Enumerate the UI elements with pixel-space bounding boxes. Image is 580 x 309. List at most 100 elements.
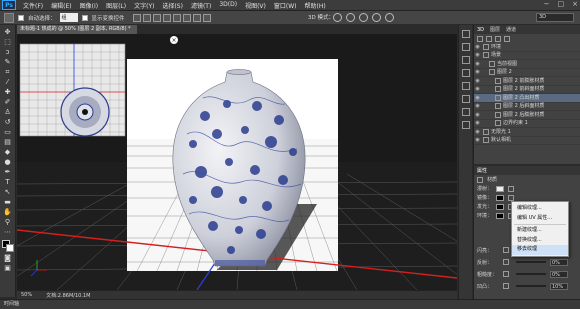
material-filter-icon[interactable]: [495, 35, 501, 42]
value-slider[interactable]: [516, 285, 546, 287]
marquee-tool-icon[interactable]: ⬚: [2, 38, 13, 46]
3d-viewport[interactable]: ×: [17, 34, 457, 290]
eyedropper-tool-icon[interactable]: ⁄: [2, 78, 13, 86]
scene-tree-item[interactable]: ◉ 边界约束 1: [474, 119, 580, 128]
visibility-eye-icon[interactable]: ◉: [474, 119, 481, 128]
tab-properties[interactable]: 属性: [477, 167, 487, 174]
paths-panel-icon[interactable]: [461, 121, 470, 129]
context-menu-item[interactable]: 编辑 UV 属性...: [512, 214, 568, 224]
dodge-tool-icon[interactable]: ●: [2, 158, 13, 166]
texture-folder-icon[interactable]: [503, 283, 509, 289]
background-color-swatch[interactable]: [5, 244, 14, 252]
lasso-tool-icon[interactable]: ↄ: [2, 48, 13, 56]
material-color-swatch[interactable]: [496, 194, 505, 201]
scene-filter-icon[interactable]: [477, 35, 483, 42]
context-menu-item[interactable]: 移去纹理: [512, 245, 568, 255]
visibility-eye-icon[interactable]: ◉: [474, 77, 481, 86]
material-color-swatch[interactable]: [496, 203, 505, 210]
roll-icon[interactable]: [346, 13, 355, 22]
scale-icon[interactable]: [385, 13, 394, 22]
texture-folder-icon[interactable]: [508, 194, 515, 201]
visibility-eye-icon[interactable]: ◉: [474, 68, 481, 77]
path-select-tool-icon[interactable]: ↖: [2, 188, 13, 196]
swatches-panel-icon[interactable]: [461, 56, 470, 64]
scene-tree-item[interactable]: ◉ 默认相机: [474, 137, 580, 145]
visibility-eye-icon[interactable]: ◉: [474, 102, 481, 111]
align-middle-icon[interactable]: [142, 13, 151, 22]
align-center-icon[interactable]: [172, 13, 181, 22]
context-menu-item[interactable]: 新建纹理...: [512, 226, 568, 236]
visibility-eye-icon[interactable]: ◉: [474, 51, 481, 60]
value-slider[interactable]: [516, 273, 546, 275]
texture-folder-icon[interactable]: [503, 271, 509, 277]
visibility-eye-icon[interactable]: ◉: [474, 111, 481, 120]
visibility-eye-icon[interactable]: ◉: [474, 60, 481, 69]
quick-select-tool-icon[interactable]: ✎: [2, 58, 13, 66]
scene-tree-item[interactable]: ◉ 场景: [474, 51, 580, 60]
menu-item[interactable]: 文字(Y): [130, 1, 158, 10]
camera-view-thumbnail[interactable]: [19, 43, 126, 137]
distribute-icon[interactable]: [192, 13, 201, 22]
brush-tool-icon[interactable]: ✐: [2, 98, 13, 106]
context-menu-item[interactable]: 替换纹理...: [512, 236, 568, 246]
value-slider[interactable]: [516, 261, 546, 263]
workspace-dropdown[interactable]: 3D: [536, 13, 574, 22]
auto-select-checkbox[interactable]: [18, 14, 24, 21]
align-right-icon[interactable]: [182, 13, 191, 22]
hand-tool-icon[interactable]: ✋: [2, 208, 13, 216]
document-tab[interactable]: 未标题-1 热成的 @ 50% (图层 2 副本, RGB/8) *: [17, 25, 137, 34]
slide-icon[interactable]: [372, 13, 381, 22]
canvas-area[interactable]: ×: [17, 34, 457, 290]
align-top-icon[interactable]: [132, 13, 141, 22]
crop-tool-icon[interactable]: ⌗: [2, 68, 13, 76]
material-color-swatch[interactable]: [496, 185, 505, 192]
orbit-icon[interactable]: [333, 13, 342, 22]
menu-item[interactable]: 编辑(E): [47, 1, 75, 10]
menu-item[interactable]: 图像(I): [76, 1, 102, 10]
light-filter-icon[interactable]: [504, 35, 510, 42]
close-button[interactable]: ×: [572, 0, 578, 8]
texture-folder-icon[interactable]: [503, 247, 509, 253]
styles-panel-icon[interactable]: [461, 108, 470, 116]
value-field[interactable]: 0%: [550, 258, 568, 266]
material-color-swatch[interactable]: [496, 212, 505, 219]
more-tools-icon[interactable]: ⋯: [2, 228, 13, 236]
color-swatches[interactable]: [1, 240, 14, 252]
mesh-filter-icon[interactable]: [486, 35, 492, 42]
value-field[interactable]: 0%: [550, 270, 568, 278]
history-panel-icon[interactable]: [461, 30, 470, 38]
type-tool-icon[interactable]: T: [2, 178, 13, 186]
scene-tree-item[interactable]: ◉ 环境: [474, 43, 580, 52]
properties-panel-icon[interactable]: [461, 43, 470, 51]
align-left-icon[interactable]: [162, 13, 171, 22]
visibility-eye-icon[interactable]: ◉: [474, 94, 481, 103]
tab-layers[interactable]: 图层: [490, 26, 500, 33]
adjustments-panel-icon[interactable]: [461, 95, 470, 103]
brush-panel-icon[interactable]: [461, 82, 470, 90]
clone-stamp-tool-icon[interactable]: ♙: [2, 108, 13, 116]
menu-item[interactable]: 图层(L): [102, 1, 130, 10]
zoom-tool-icon[interactable]: ⚲: [2, 218, 13, 226]
texture-folder-icon[interactable]: [508, 185, 515, 192]
texture-folder-icon[interactable]: [503, 259, 509, 265]
screen-mode-icon[interactable]: ▣: [2, 264, 13, 272]
menu-item[interactable]: 帮助(H): [301, 1, 330, 10]
visibility-eye-icon[interactable]: ◉: [474, 85, 481, 94]
timeline-tab[interactable]: 时间轴: [0, 299, 580, 309]
character-panel-icon[interactable]: [461, 69, 470, 77]
context-menu-item[interactable]: 编辑纹理...: [512, 204, 568, 214]
menu-item[interactable]: 窗口(W): [270, 1, 301, 10]
pan-icon[interactable]: [359, 13, 368, 22]
auto-select-dropdown[interactable]: 组: [59, 13, 78, 22]
quick-mask-icon[interactable]: ◙: [2, 254, 13, 262]
maximize-button[interactable]: □: [558, 0, 565, 8]
menu-item[interactable]: 视图(V): [241, 1, 270, 10]
menu-item[interactable]: 滤镜(T): [187, 1, 215, 10]
blur-tool-icon[interactable]: ◆: [2, 148, 13, 156]
shape-tool-icon[interactable]: ▬: [2, 198, 13, 206]
visibility-eye-icon[interactable]: ◉: [474, 43, 481, 52]
align-bottom-icon[interactable]: [152, 13, 161, 22]
move-tool-icon[interactable]: ✥: [2, 28, 13, 36]
pen-tool-icon[interactable]: ✒: [2, 168, 13, 176]
show-transform-checkbox[interactable]: [81, 14, 88, 21]
